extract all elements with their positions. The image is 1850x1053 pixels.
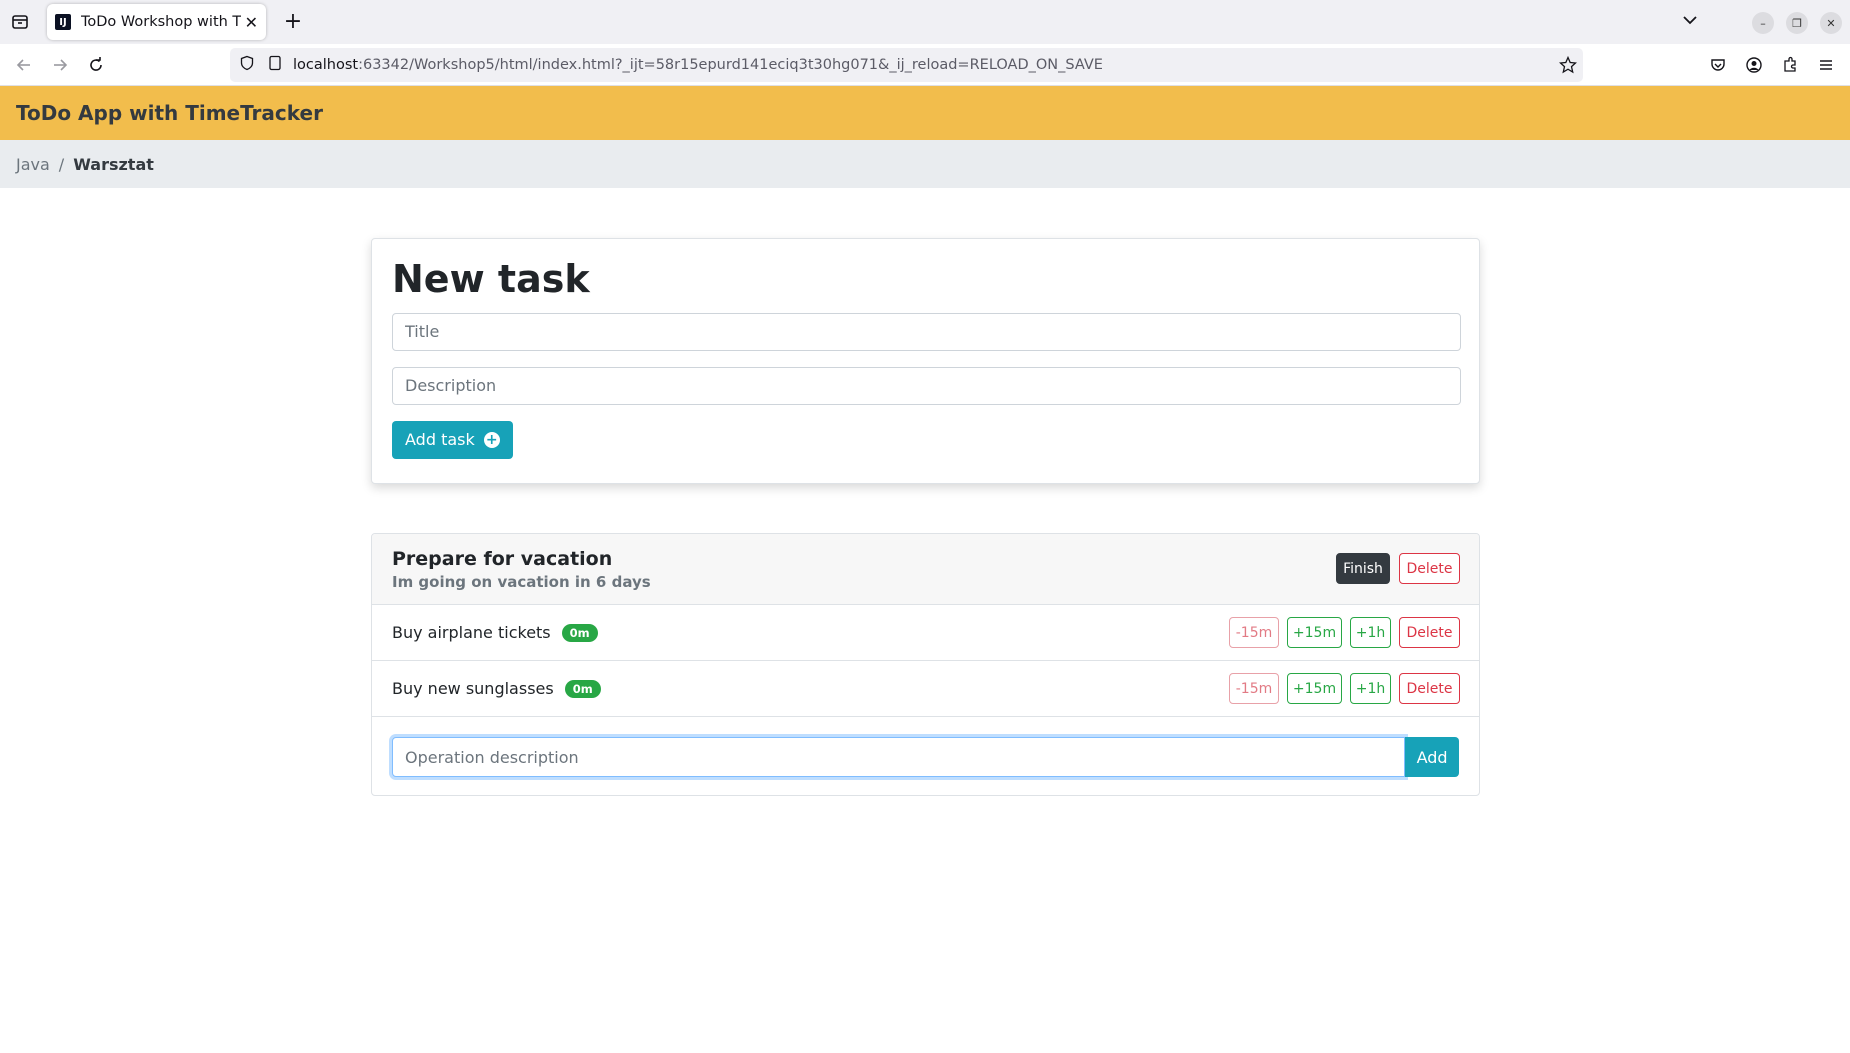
address-bar[interactable]: localhost:63342/Workshop5/html/index.htm…: [230, 48, 1583, 82]
app-title: ToDo App with TimeTracker: [16, 101, 323, 125]
operation-name: Buy new sunglasses: [392, 679, 554, 698]
task-card: Prepare for vacation Im going on vacatio…: [371, 533, 1480, 796]
minimize-icon[interactable]: –: [1752, 12, 1774, 34]
add-task-label: Add task: [405, 430, 475, 450]
new-tab-icon[interactable]: +: [280, 9, 306, 34]
intellij-favicon-icon: IJ: [55, 14, 71, 30]
delete-operation-button[interactable]: Delete: [1399, 617, 1460, 648]
shield-icon[interactable]: [239, 55, 255, 75]
task-header: Prepare for vacation Im going on vacatio…: [372, 534, 1479, 605]
plus-15m-button[interactable]: +15m: [1287, 673, 1342, 704]
new-task-card: New task Add task +: [371, 238, 1480, 484]
tab-list-icon[interactable]: [8, 10, 32, 34]
breadcrumb-item-java[interactable]: Java: [16, 155, 50, 174]
page-info-icon[interactable]: [267, 55, 283, 75]
pocket-icon[interactable]: [1706, 53, 1730, 77]
operation-name: Buy airplane tickets: [392, 623, 551, 642]
breadcrumb-item-warsztat: Warsztat: [73, 154, 154, 174]
url-text: localhost:63342/Workshop5/html/index.htm…: [293, 57, 1103, 73]
operation-row: Buy new sunglasses 0m -15m +15m +1h Dele…: [372, 661, 1479, 717]
plus-1h-button[interactable]: +1h: [1350, 673, 1391, 704]
operation-description-input[interactable]: [392, 737, 1406, 777]
time-badge: 0m: [564, 679, 601, 698]
url-path: :63342/Workshop5/html/index.html?_ijt=58…: [358, 57, 1103, 73]
add-task-button[interactable]: Add task +: [392, 420, 513, 459]
menu-hamburger-icon[interactable]: [1814, 53, 1838, 77]
finish-button[interactable]: Finish: [1336, 553, 1390, 584]
add-operation-button[interactable]: Add: [1405, 737, 1459, 777]
add-operation-row: Add: [372, 717, 1479, 795]
plus-1h-button[interactable]: +1h: [1350, 617, 1391, 648]
task-title: Prepare for vacation: [392, 548, 613, 570]
browser-tab-bar: IJ ToDo Workshop with TimeTracker ✕ + – …: [0, 0, 1850, 44]
breadcrumb: Java / Warsztat: [0, 140, 1850, 188]
chevron-down-icon[interactable]: [1680, 10, 1700, 34]
restore-icon[interactable]: ❐: [1786, 12, 1808, 34]
delete-operation-button[interactable]: Delete: [1399, 673, 1460, 704]
extensions-icon[interactable]: [1778, 53, 1802, 77]
new-task-heading: New task: [392, 257, 590, 301]
close-tab-icon[interactable]: ✕: [245, 13, 258, 32]
breadcrumb-separator: /: [58, 154, 65, 174]
forward-arrow-icon[interactable]: [48, 53, 72, 77]
task-description-input[interactable]: [392, 366, 1461, 405]
browser-nav-bar: localhost:63342/Workshop5/html/index.htm…: [0, 44, 1850, 86]
delete-task-button[interactable]: Delete: [1399, 553, 1460, 584]
minus-15m-button[interactable]: -15m: [1229, 617, 1279, 648]
plus-circle-icon: +: [483, 431, 500, 448]
tab-title: ToDo Workshop with TimeTracker: [81, 14, 241, 30]
reload-icon[interactable]: [84, 53, 108, 77]
bookmark-star-icon[interactable]: [1558, 55, 1578, 78]
minus-15m-button[interactable]: -15m: [1229, 673, 1279, 704]
url-host: localhost: [293, 57, 359, 73]
account-icon[interactable]: [1742, 53, 1766, 77]
task-description: Im going on vacation in 6 days: [392, 573, 651, 591]
close-window-icon[interactable]: ✕: [1820, 12, 1842, 34]
back-arrow-icon[interactable]: [12, 53, 36, 77]
task-title-input[interactable]: [392, 312, 1461, 351]
app-header: ToDo App with TimeTracker: [0, 86, 1850, 140]
plus-15m-button[interactable]: +15m: [1287, 617, 1342, 648]
time-badge: 0m: [561, 623, 598, 642]
operation-row: Buy airplane tickets 0m -15m +15m +1h De…: [372, 605, 1479, 661]
browser-tab[interactable]: IJ ToDo Workshop with TimeTracker ✕: [47, 4, 266, 40]
